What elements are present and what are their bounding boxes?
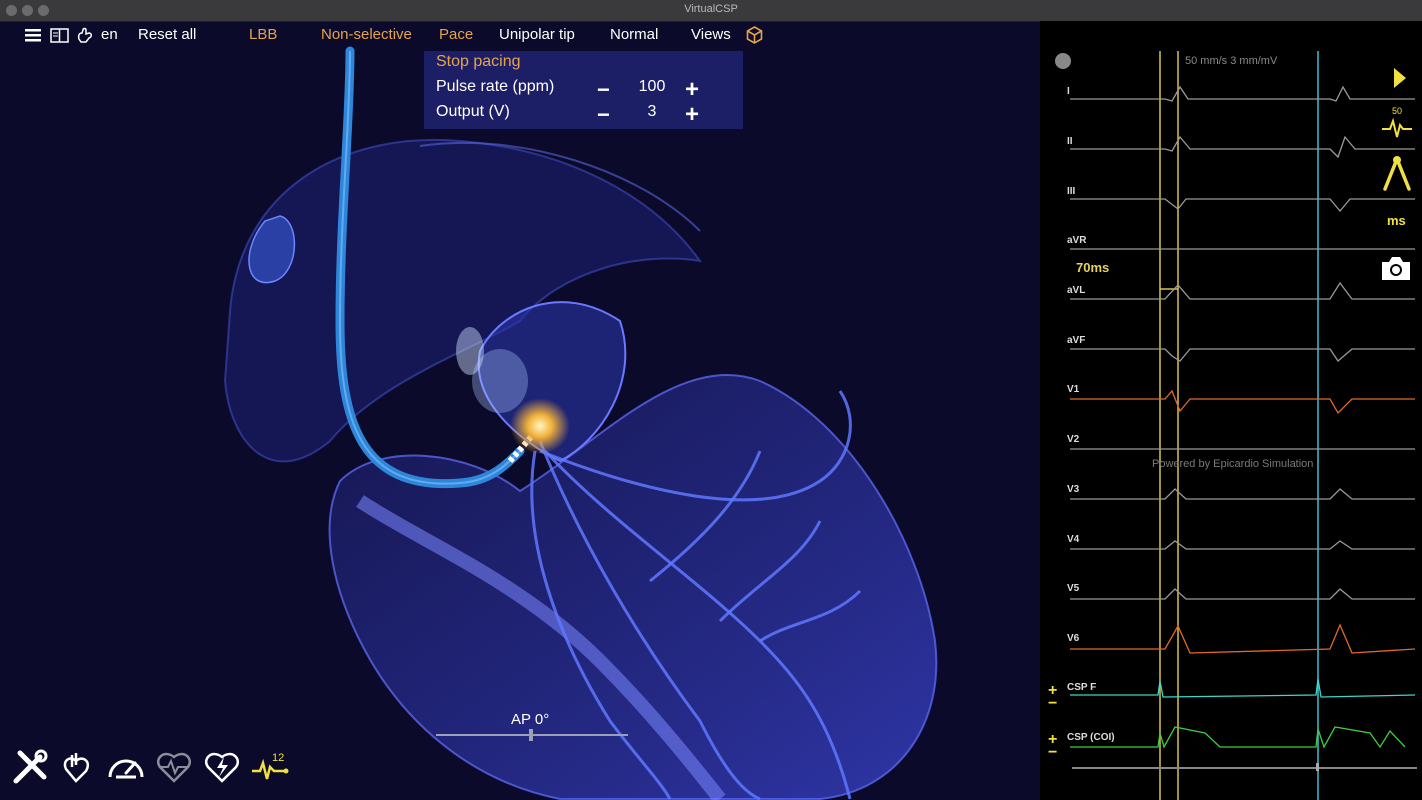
- heart-hand-icon[interactable]: [58, 747, 98, 787]
- pacing-panel: Stop pacing Pulse rate (ppm) − 100 + Out…: [424, 51, 743, 129]
- lead-label-iii: III: [1067, 186, 1076, 197]
- pace-menu[interactable]: Pace: [439, 26, 473, 43]
- output-increase-button[interactable]: +: [685, 103, 699, 127]
- lead-label-avl: aVL: [1067, 285, 1086, 296]
- gauge-icon[interactable]: [106, 747, 146, 787]
- zoom-ecg-icon[interactable]: [1380, 115, 1414, 141]
- lead-label-ii: II: [1067, 136, 1073, 147]
- language-selector[interactable]: en: [101, 26, 118, 43]
- app-stage: en Reset all LBB Non-selective Pace Unip…: [0, 21, 1422, 800]
- views-menu[interactable]: Views: [691, 26, 731, 43]
- lead-label-v2: V2: [1067, 434, 1080, 445]
- output-value: 3: [647, 103, 657, 120]
- ecg-interval-label: 70ms: [1076, 260, 1110, 275]
- lead-label-v5: V5: [1067, 583, 1080, 594]
- reset-all-button[interactable]: Reset all: [138, 26, 196, 43]
- lead-label-v6: V6: [1067, 633, 1080, 644]
- heart-shock-icon[interactable]: [202, 747, 242, 787]
- csp-f-gain-decrease-button[interactable]: −: [1048, 696, 1057, 712]
- lead-label-v4: V4: [1067, 534, 1080, 545]
- ecg-watermark: Powered by Epicardio Simulation: [1152, 458, 1314, 470]
- svg-text:12: 12: [272, 752, 284, 764]
- stop-pacing-button[interactable]: Stop pacing: [436, 53, 521, 71]
- csp-coi-gain-decrease-button[interactable]: −: [1048, 745, 1057, 761]
- pulse-rate-decrease-button[interactable]: −: [597, 79, 610, 101]
- menu-icon[interactable]: [25, 29, 41, 42]
- ecg12-icon[interactable]: 12: [250, 747, 290, 787]
- hand-icon[interactable]: [76, 27, 94, 44]
- output-label: Output (V): [436, 103, 510, 120]
- lead-label-avf: aVF: [1067, 335, 1086, 346]
- lead-label-v3: V3: [1067, 484, 1080, 495]
- rhythm-mode-menu[interactable]: Normal: [610, 26, 658, 43]
- pulse-rate-label: Pulse rate (ppm): [436, 78, 555, 95]
- view-angle-slider-handle[interactable]: [529, 729, 533, 741]
- top-menu: en Reset all LBB Non-selective Pace Unip…: [0, 21, 770, 49]
- ecg-speed-label: 50 mm/s 3 mm/mV: [1185, 55, 1278, 67]
- lead-label-i: I: [1067, 86, 1070, 97]
- lead-label-avr: aVR: [1067, 235, 1087, 246]
- lead-label-csp-coi: CSP (COI): [1067, 732, 1115, 743]
- window-titlebar: VirtualCSP: [0, 0, 1422, 22]
- book-icon[interactable]: [50, 28, 69, 43]
- output-decrease-button[interactable]: −: [597, 104, 610, 126]
- camera-icon[interactable]: [1379, 253, 1413, 283]
- tip-mode-menu[interactable]: Unipolar tip: [499, 26, 575, 43]
- ecg-units-label: ms: [1387, 213, 1406, 228]
- cube-icon[interactable]: [746, 26, 763, 44]
- lead-label-csp-f: CSP F: [1067, 682, 1097, 693]
- lead-label-v1: V1: [1067, 384, 1080, 395]
- view-angle-label: AP 0°: [511, 711, 550, 728]
- ecg-traces: [1055, 51, 1417, 800]
- capture-mode-menu[interactable]: Non-selective: [321, 26, 412, 43]
- tools-icon[interactable]: [10, 747, 50, 787]
- pulse-rate-increase-button[interactable]: +: [685, 78, 699, 102]
- lbb-menu[interactable]: LBB: [249, 26, 277, 43]
- heart-rhythm-icon[interactable]: [154, 747, 194, 787]
- ecg-panel[interactable]: 50 mm/s 3 mm/mV 70ms Powered by Epicardi…: [1040, 21, 1422, 800]
- pulse-rate-value: 100: [638, 78, 666, 95]
- window-title: VirtualCSP: [684, 3, 738, 15]
- play-icon[interactable]: [1392, 67, 1408, 89]
- caliper-icon[interactable]: [1381, 155, 1413, 191]
